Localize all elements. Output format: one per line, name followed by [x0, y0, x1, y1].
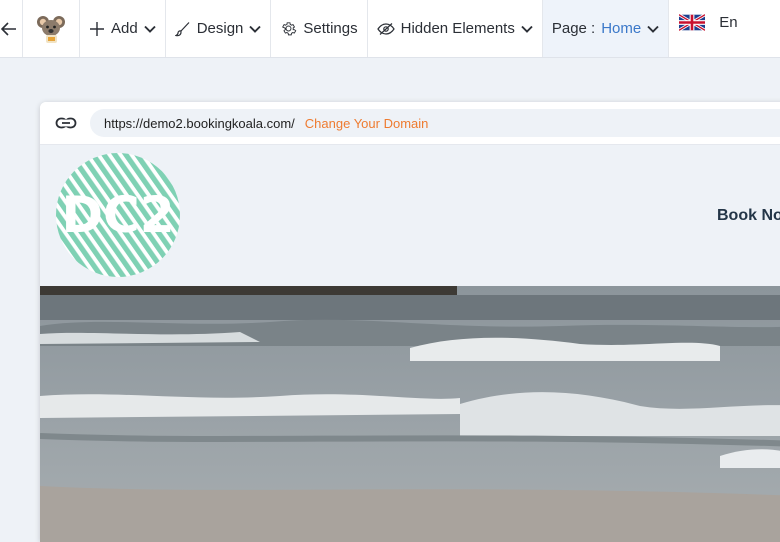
site-header: DC2 Book Now — [40, 145, 780, 286]
app-logo-button[interactable] — [23, 0, 80, 57]
language-label: En — [719, 14, 738, 31]
add-menu-button[interactable]: Add — [80, 0, 166, 57]
page-label: Page : — [551, 20, 596, 37]
logo-text: DC2 — [62, 186, 175, 244]
chevron-down-icon — [521, 23, 533, 35]
design-menu-button[interactable]: Design — [166, 0, 272, 57]
site-url: https://demo2.bookingkoala.com/ — [104, 115, 295, 131]
settings-label: Settings — [303, 20, 358, 37]
link-icon — [55, 113, 77, 133]
hero-image — [40, 286, 780, 542]
add-label: Add — [111, 20, 138, 37]
chevron-down-icon — [647, 23, 659, 35]
site-preview-frame: https://demo2.bookingkoala.com/ Change Y… — [40, 102, 780, 542]
koala-logo-icon — [35, 13, 67, 45]
arrow-left-icon — [1, 21, 17, 36]
url-field: https://demo2.bookingkoala.com/ Change Y… — [90, 109, 780, 137]
brush-icon — [174, 21, 191, 37]
settings-button[interactable]: Settings — [271, 0, 368, 57]
nav-book-now[interactable]: Book Now — [717, 207, 780, 225]
site-logo[interactable]: DC2 — [55, 152, 181, 283]
page-value: Home — [601, 20, 642, 37]
chevron-down-icon — [249, 23, 262, 35]
change-domain-link[interactable]: Change Your Domain — [305, 116, 429, 131]
plus-icon — [89, 21, 105, 37]
language-selector[interactable]: En — [669, 0, 746, 57]
page-selector[interactable]: Page : Home — [542, 0, 670, 57]
uk-flag-icon — [679, 14, 706, 31]
hidden-elements-button[interactable]: Hidden Elements — [368, 0, 543, 57]
design-label: Design — [196, 20, 244, 37]
back-button[interactable] — [0, 0, 23, 57]
url-bar: https://demo2.bookingkoala.com/ Change Y… — [40, 102, 780, 145]
hidden-elements-label: Hidden Elements — [400, 20, 515, 37]
top-toolbar: Add Design Settings Hidden Elements Page… — [0, 0, 780, 58]
eye-off-icon — [376, 22, 395, 36]
chevron-down-icon — [144, 23, 156, 35]
gear-icon — [280, 20, 297, 37]
